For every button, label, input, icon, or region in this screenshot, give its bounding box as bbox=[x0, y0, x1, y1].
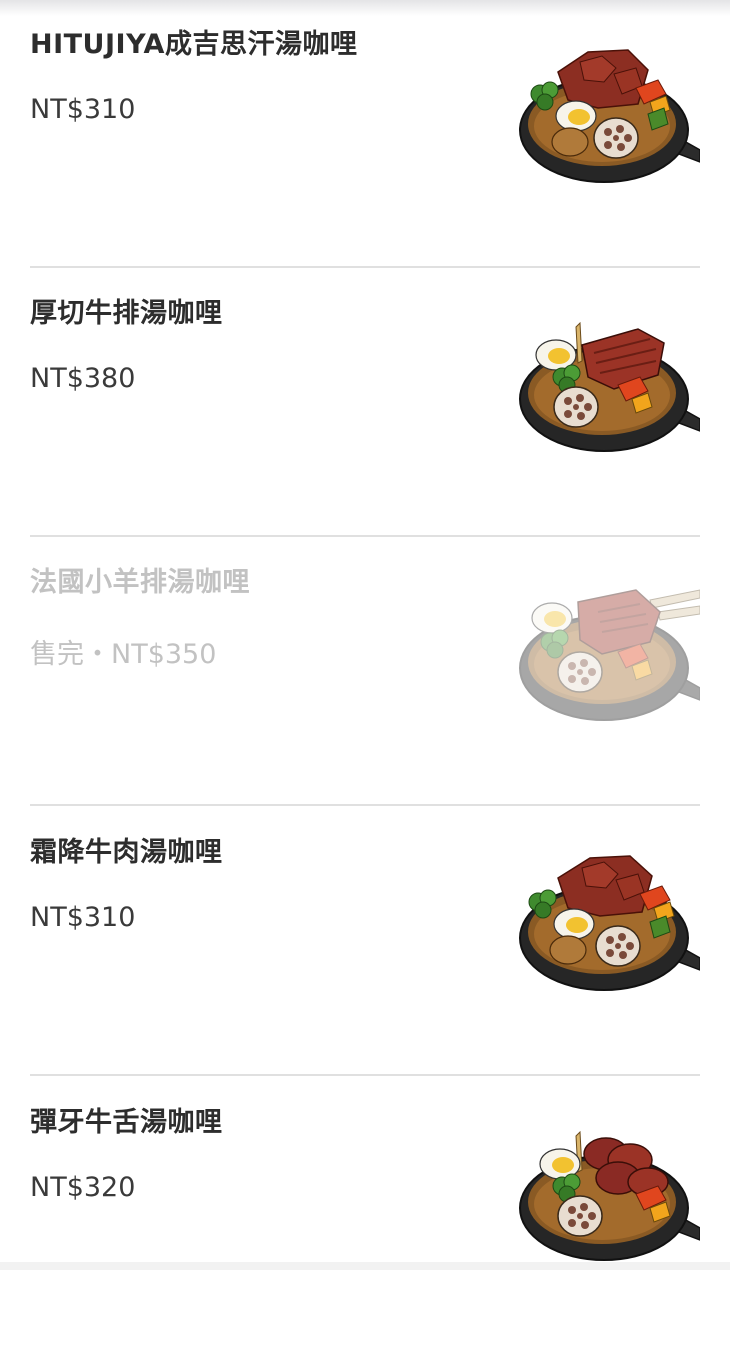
menu-item-name: HITUJIYA成吉思汗湯咖哩 bbox=[30, 29, 358, 60]
marbled-beef-curry-skillet-icon bbox=[519, 855, 700, 991]
menu-item-price: NT$310 bbox=[30, 902, 136, 933]
menu-item-name: 厚切牛排湯咖哩 bbox=[30, 298, 223, 329]
menu-item-thick-steak-curry[interactable]: 厚切牛排湯咖哩 NT$380 bbox=[30, 269, 700, 537]
menu-item-price: NT$320 bbox=[30, 1172, 136, 1203]
menu-item-name: 霜降牛肉湯咖哩 bbox=[30, 837, 223, 868]
menu-item-marbled-beef-curry[interactable]: 霜降牛肉湯咖哩 NT$310 bbox=[30, 808, 700, 1076]
menu-item-price: NT$310 bbox=[30, 94, 136, 125]
item-divider bbox=[30, 535, 700, 537]
steak-curry-skillet-icon bbox=[519, 321, 700, 452]
beef-tongue-curry-skillet-icon bbox=[519, 1130, 700, 1261]
menu-item-name: 彈牙牛舌湯咖哩 bbox=[30, 1107, 223, 1138]
menu-item-price: NT$380 bbox=[30, 363, 136, 394]
lamb-curry-skillet-icon bbox=[519, 49, 700, 183]
item-divider bbox=[30, 266, 700, 268]
menu-item-price: 售完・NT$350 bbox=[30, 639, 217, 670]
lamb-chop-curry-skillet-icon bbox=[519, 589, 700, 721]
menu-item-name: 法國小羊排湯咖哩 bbox=[30, 567, 250, 598]
bottom-edge bbox=[0, 1262, 730, 1270]
item-divider bbox=[30, 1074, 700, 1076]
item-divider bbox=[30, 804, 700, 806]
menu-item-beef-tongue-curry[interactable]: 彈牙牛舌湯咖哩 NT$320 bbox=[30, 1078, 700, 1346]
menu-item-hitujiya-curry[interactable]: HITUJIYA成吉思汗湯咖哩 NT$310 bbox=[30, 0, 700, 268]
menu-item-french-lamb-chop-curry[interactable]: 法國小羊排湯咖哩 售完・NT$350 bbox=[30, 538, 700, 806]
